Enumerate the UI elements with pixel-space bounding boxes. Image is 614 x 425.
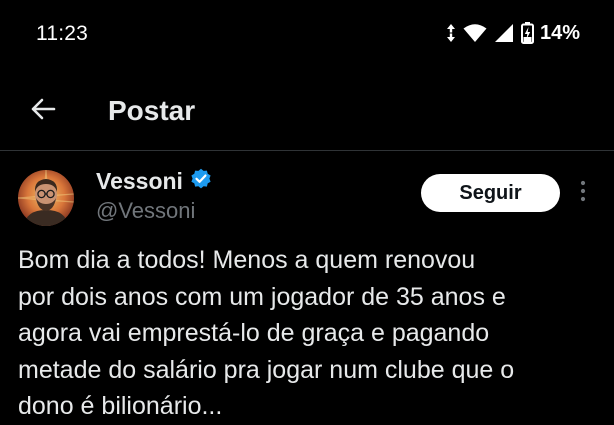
follow-button[interactable]: Seguir (421, 174, 560, 212)
verified-badge-icon (190, 168, 212, 195)
author-row: Vessoni (96, 168, 212, 195)
arrow-left-icon (30, 98, 56, 125)
page-title: Postar (108, 95, 196, 126)
header-divider (0, 150, 614, 151)
top-app-bar: Postar (0, 80, 614, 150)
more-vertical-icon (580, 179, 586, 208)
more-options-button[interactable] (572, 178, 594, 208)
signal-icon (494, 23, 514, 43)
author-name[interactable]: Vessoni (96, 168, 183, 195)
tweet-text: Bom dia a todos! Menos a quem renovou po… (18, 246, 515, 420)
wifi-icon (463, 23, 487, 43)
battery-charging-icon (520, 22, 534, 44)
data-arrows-icon (446, 23, 456, 43)
author-handle[interactable]: @Vessoni (96, 198, 195, 224)
status-icons: 14% (446, 21, 580, 45)
back-button[interactable] (26, 94, 60, 128)
battery-percentage: 14% (539, 21, 580, 44)
status-time: 11:23 (36, 22, 88, 45)
avatar[interactable] (18, 170, 74, 226)
status-bar: 11:23 14% (0, 0, 614, 68)
